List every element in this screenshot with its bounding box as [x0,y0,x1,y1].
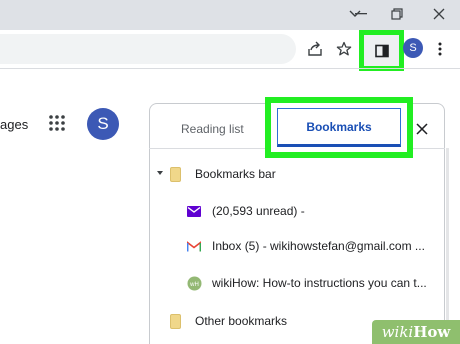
yahoo-mail-icon [186,203,202,219]
bookmark-star-button[interactable] [333,38,355,60]
side-panel-button[interactable] [359,30,404,71]
wikihow-icon: wH [186,275,202,291]
bookmark-folder-bookmarks-bar[interactable]: Bookmarks bar [170,164,276,184]
side-panel-icon [374,44,389,57]
list-item[interactable]: (20,593 unread) - [186,201,305,221]
window-title-bar [0,0,460,30]
bookmark-folder-other-bookmarks[interactable]: Other bookmarks [170,311,287,331]
list-item-label: Inbox (5) - wikihowstefan@gmail.com ... [212,239,425,253]
list-item[interactable]: Inbox (5) - wikihowstefan@gmail.com ... [186,236,425,256]
more-menu-icon [438,42,442,56]
list-item-label: Other bookmarks [195,314,288,328]
tab-bookmarks[interactable]: Bookmarks [277,108,401,147]
share-button[interactable] [304,38,326,60]
svg-text:wH: wH [189,282,199,288]
toolbar-divider [0,68,460,69]
list-item-label: wikiHow: How-to instructions you can t..… [212,276,427,290]
more-menu-button[interactable] [432,38,448,60]
watermark-part2: How [413,323,451,341]
profile-avatar-button[interactable]: S [403,38,423,58]
minimize-button[interactable] [350,4,372,24]
restore-icon [391,8,403,20]
side-panel-scrollbar[interactable] [446,148,449,344]
google-apps-button[interactable] [48,114,66,132]
minimize-icon [355,13,367,15]
restore-button[interactable] [386,4,408,24]
watermark-part1: wiki [381,323,414,341]
folder-icon [170,313,181,329]
star-icon [336,41,352,56]
share-icon [308,41,322,56]
google-account-avatar[interactable]: S [87,108,119,140]
close-side-panel-button[interactable] [413,120,431,138]
expand-caret-icon[interactable] [156,169,164,177]
gmail-icon [186,238,202,254]
close-window-button[interactable] [428,4,450,24]
list-item-label: Bookmarks bar [195,167,276,181]
list-item-label: (20,593 unread) - [212,204,305,218]
wikihow-watermark: wiki How [372,320,460,344]
folder-icon [170,166,181,182]
images-link[interactable]: ages [0,117,28,132]
apps-grid-icon [49,115,65,131]
address-bar[interactable] [0,34,296,64]
tab-reading-list[interactable]: Reading list [181,122,244,136]
close-icon [416,123,428,135]
close-icon [433,8,445,20]
tab-bookmarks-highlight: Bookmarks [265,97,413,158]
list-item[interactable]: wH wikiHow: How-to instructions you can … [186,273,427,293]
